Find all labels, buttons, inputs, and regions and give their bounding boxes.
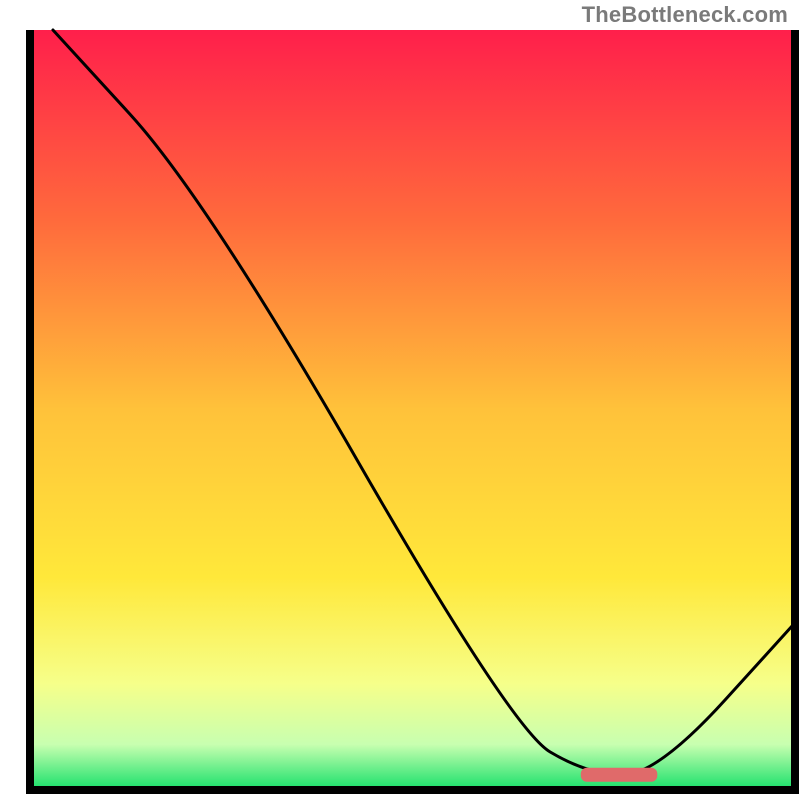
plot-background [30,30,795,790]
watermark-text: TheBottleneck.com [582,2,788,28]
chart-container: TheBottleneck.com [0,0,800,800]
optimum-marker [581,768,658,782]
bottleneck-chart [0,0,800,800]
